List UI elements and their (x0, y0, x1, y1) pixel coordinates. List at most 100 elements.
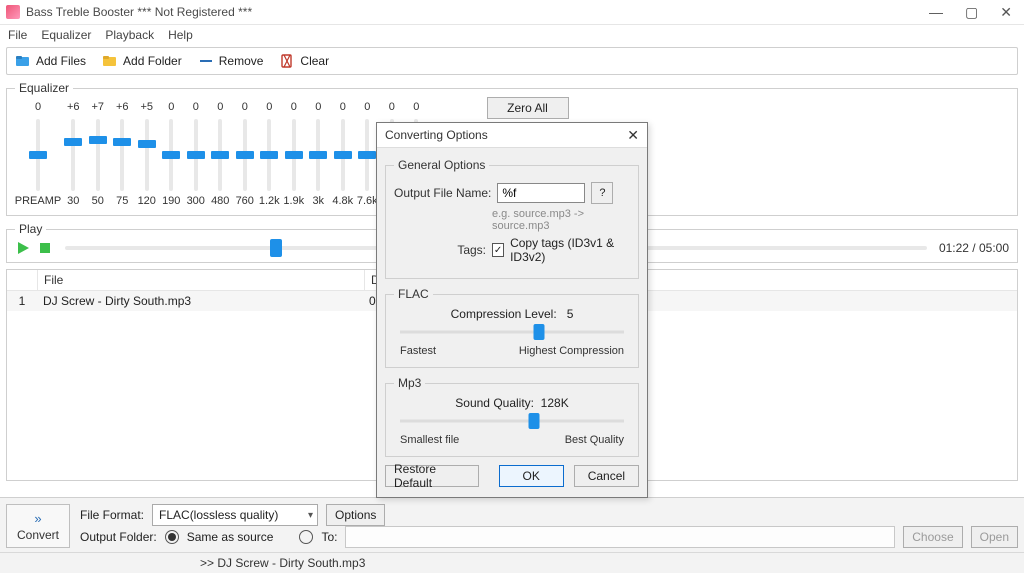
clear-button[interactable]: Clear (275, 51, 333, 71)
general-options-group: General Options Output File Name: ? e.g.… (385, 158, 639, 279)
eq-band-thumb-6[interactable] (211, 151, 229, 159)
file-format-select[interactable]: FLAC(lossless quality) (152, 504, 318, 526)
menu-help[interactable]: Help (168, 28, 193, 42)
sound-quality-thumb[interactable] (529, 413, 540, 429)
eq-band-label-5: 300 (187, 195, 205, 207)
add-folder-label: Add Folder (123, 54, 182, 68)
eq-band-5: 0 300 (184, 101, 209, 207)
col-file[interactable]: File (38, 270, 365, 290)
open-button[interactable]: Open (971, 526, 1018, 548)
sound-quality-slider[interactable] (400, 412, 624, 430)
stop-icon[interactable] (37, 240, 53, 256)
eq-band-slider-11[interactable] (341, 119, 345, 191)
options-button[interactable]: Options (326, 504, 385, 526)
compression-thumb[interactable] (533, 324, 544, 340)
eq-band-1: +750 (86, 101, 111, 207)
eq-band-slider-3[interactable] (145, 119, 149, 191)
output-file-name-input[interactable] (497, 183, 585, 203)
zero-all-button[interactable]: Zero All (487, 97, 569, 119)
eq-band-slider-8[interactable] (267, 119, 271, 191)
eq-band-thumb-5[interactable] (187, 151, 205, 159)
eq-band-thumb-9[interactable] (285, 151, 303, 159)
minimize-icon[interactable]: — (929, 5, 943, 19)
choose-button[interactable]: Choose (903, 526, 962, 548)
menu-equalizer[interactable]: Equalizer (41, 28, 91, 42)
to-radio[interactable] (299, 530, 313, 544)
dialog-close-icon[interactable]: ✕ (627, 127, 639, 144)
toolbar: Add Files Add Folder Remove Clear (6, 47, 1018, 75)
eq-band-thumb-4[interactable] (162, 151, 180, 159)
eq-band-thumb-3[interactable] (138, 140, 156, 148)
output-file-name-help-button[interactable]: ? (591, 182, 613, 204)
col-index[interactable] (7, 270, 38, 290)
add-folder-button[interactable]: Add Folder (98, 51, 186, 71)
eq-band-slider-9[interactable] (292, 119, 296, 191)
copy-tags-text: Copy tags (ID3v1 & ID3v2) (510, 236, 630, 264)
output-path-input[interactable] (345, 526, 895, 548)
clear-icon (279, 53, 295, 69)
maximize-icon[interactable]: ▢ (965, 5, 978, 19)
remove-button[interactable]: Remove (194, 51, 268, 71)
convert-label: Convert (17, 528, 59, 542)
eq-band-thumb-1[interactable] (89, 136, 107, 144)
cancel-button[interactable]: Cancel (574, 465, 639, 487)
cell-file: DJ Screw - Dirty South.mp3 (37, 291, 363, 311)
status-bar: >> DJ Screw - Dirty South.mp3 (0, 552, 1024, 573)
close-icon[interactable]: ✕ (1000, 5, 1012, 19)
eq-band-slider-12[interactable] (365, 119, 369, 191)
add-folder-icon (102, 53, 118, 69)
to-label: To: (321, 530, 337, 544)
highest-compression-label: Highest Compression (519, 345, 624, 357)
eq-band-9: 01.9k (282, 101, 307, 207)
eq-band-thumb-0[interactable] (64, 138, 82, 146)
menu-file[interactable]: File (8, 28, 27, 42)
flac-legend: FLAC (394, 287, 433, 301)
title-bar: Bass Treble Booster *** Not Registered *… (0, 0, 1024, 25)
play-icon[interactable] (15, 240, 31, 256)
add-files-button[interactable]: Add Files (11, 51, 90, 71)
eq-band-2: +675 (110, 101, 135, 207)
remove-label: Remove (219, 54, 264, 68)
play-thumb[interactable] (270, 239, 282, 257)
compression-level-slider[interactable] (400, 323, 624, 341)
smallest-file-label: Smallest file (400, 434, 459, 446)
eq-band-slider-5[interactable] (194, 119, 198, 191)
app-icon (6, 5, 20, 19)
copy-tags-checkbox[interactable]: ✓ (492, 243, 504, 257)
output-file-name-hint: e.g. source.mp3 -> source.mp3 (492, 208, 630, 232)
eq-band-thumb-8[interactable] (260, 151, 278, 159)
restore-default-button[interactable]: Restore Default (385, 465, 479, 487)
eq-band-slider-1[interactable] (96, 119, 100, 191)
eq-band-value-5: 0 (193, 101, 199, 115)
eq-band-label-3: 120 (138, 195, 156, 207)
eq-band-slider-4[interactable] (169, 119, 173, 191)
eq-band-slider-6[interactable] (218, 119, 222, 191)
eq-band-value-3: +5 (140, 101, 153, 115)
eq-band-7: 0760 (233, 101, 258, 207)
window-title: Bass Treble Booster *** Not Registered *… (26, 5, 252, 19)
add-files-icon (15, 53, 31, 69)
compression-level-label: Compression Level: (451, 307, 557, 321)
eq-band-slider-0[interactable] (71, 119, 75, 191)
eq-band-value-4: 0 (168, 101, 174, 115)
eq-band-value-12: 0 (364, 101, 370, 115)
eq-band-thumb-7[interactable] (236, 151, 254, 159)
eq-band-slider-2[interactable] (120, 119, 124, 191)
bottom-area: » Convert File Format: FLAC(lossless qua… (0, 497, 1024, 573)
eq-band-slider-10[interactable] (316, 119, 320, 191)
eq-band-slider-7[interactable] (243, 119, 247, 191)
cell-index: 1 (7, 291, 37, 311)
eq-band-thumb-11[interactable] (334, 151, 352, 159)
eq-preamp-thumb[interactable] (29, 151, 47, 159)
ok-button[interactable]: OK (499, 465, 564, 487)
eq-band-0: +630 (61, 101, 86, 207)
same-as-source-radio[interactable] (165, 530, 179, 544)
menu-playback[interactable]: Playback (105, 28, 154, 42)
eq-band-thumb-2[interactable] (113, 138, 131, 146)
mp3-legend: Mp3 (394, 376, 425, 390)
eq-preamp-slider[interactable] (36, 119, 40, 191)
add-files-label: Add Files (36, 54, 86, 68)
eq-band-thumb-12[interactable] (358, 151, 376, 159)
eq-band-thumb-10[interactable] (309, 151, 327, 159)
convert-button[interactable]: » Convert (6, 504, 70, 548)
